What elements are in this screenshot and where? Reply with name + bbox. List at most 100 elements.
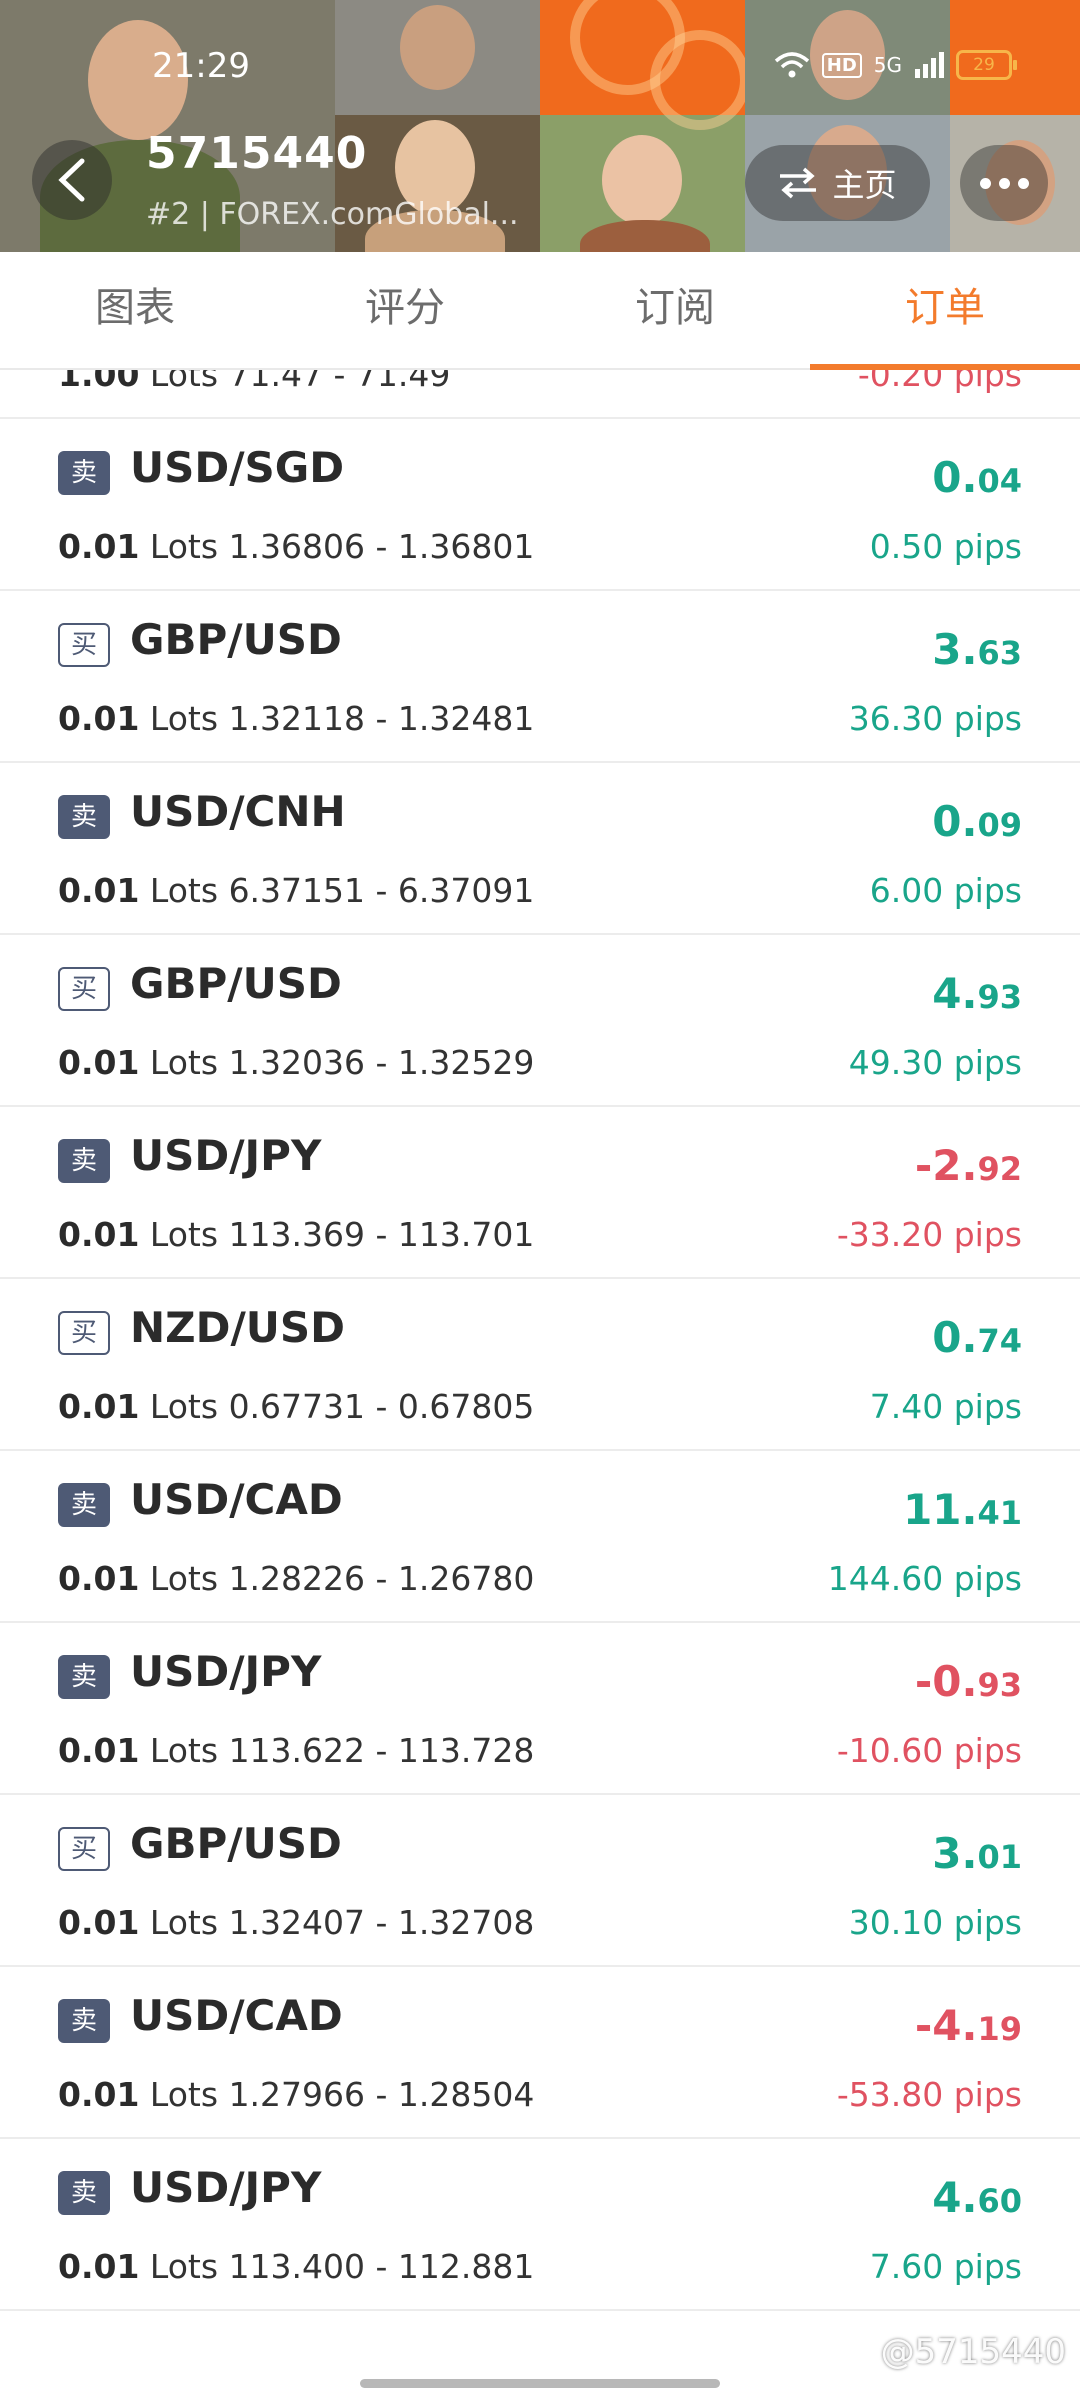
price-range: 1.27966 - 1.28504: [228, 2075, 535, 2114]
symbol-label: GBP/USD: [130, 959, 342, 1008]
order-row[interactable]: 卖 USD/JPY 0.01 Lots 113.369 - 113.701 -2.92…: [0, 1107, 1080, 1279]
profit-int: 11.: [903, 1485, 978, 1534]
order-details: 0.01 Lots 0.67731 - 0.67805: [58, 1387, 534, 1426]
profit-value: 0.74: [932, 1313, 1022, 1362]
price-range: 113.369 - 113.701: [228, 1215, 535, 1254]
profit-int: -0.: [914, 1657, 978, 1706]
order-row[interactable]: 卖 USD/JPY 0.01 Lots 113.622 - 113.728 -0.93…: [0, 1623, 1080, 1795]
lots-unit: Lots: [149, 871, 219, 910]
symbol-label: GBP/USD: [130, 1819, 342, 1868]
more-dots-icon: [979, 177, 991, 189]
watermark: @5715440: [880, 2332, 1066, 2372]
order-details: 0.01 Lots 1.27966 - 1.28504: [58, 2075, 534, 2114]
side-badge: 卖: [58, 1999, 110, 2043]
symbol-label: USD/CAD: [130, 1475, 343, 1524]
back-button[interactable]: [32, 140, 112, 220]
profit-value: 0.04: [932, 453, 1022, 502]
lots-value: 0.01: [58, 1043, 140, 1082]
profit-value: -4.19: [915, 2001, 1022, 2050]
price-range: 1.32407 - 1.32708: [228, 1903, 535, 1942]
symbol-label: USD/JPY: [130, 2163, 322, 2212]
home-button[interactable]: 主页: [745, 145, 930, 221]
chevron-left-icon: [58, 158, 85, 202]
symbol-label: GBP/USD: [130, 615, 342, 664]
symbol-label: USD/SGD: [130, 443, 345, 492]
profit-value: 4.60: [932, 2173, 1022, 2222]
home-indicator[interactable]: [360, 2379, 720, 2388]
tab-rating[interactable]: 评分: [270, 252, 540, 368]
lots-value: 0.01: [58, 1215, 140, 1254]
lots-unit: Lots: [149, 2075, 219, 2114]
lots-unit: Lots: [149, 1043, 219, 1082]
pips-value: 7.40 pips: [869, 1387, 1022, 1426]
tab-bar: 图表 评分 订阅 订单: [0, 252, 1080, 370]
profit-int: 3.: [932, 1829, 978, 1878]
side-badge: 买: [58, 1311, 110, 1355]
lots-value: 0.01: [58, 1387, 140, 1426]
status-icons: HD 5G 29: [774, 50, 1017, 80]
lots-unit: Lots: [149, 1903, 219, 1942]
lots-value: 0.01: [58, 1903, 140, 1942]
lots-unit: Lots: [149, 1559, 219, 1598]
profit-decimal: 93: [977, 978, 1022, 1016]
price-range: 113.622 - 113.728: [228, 1731, 535, 1770]
lots-value: 1.00: [58, 370, 140, 394]
tab-subscribe[interactable]: 订阅: [540, 252, 810, 368]
order-details: 0.01 Lots 1.32118 - 1.32481: [58, 699, 534, 738]
profit-int: 0.: [932, 453, 978, 502]
pips-value: 6.00 pips: [869, 871, 1022, 910]
order-list[interactable]: 卖WTI.F1.00 Lots 71.47 - 71.49-2.00-0.20 …: [0, 370, 1080, 2400]
profit-value: 3.01: [932, 1829, 1022, 1878]
order-row[interactable]: 买 GBP/USD 0.01 Lots 1.32118 - 1.32481 3.63 3…: [0, 591, 1080, 763]
symbol-label: USD/CAD: [130, 1991, 343, 2040]
profit-decimal: 92: [977, 1150, 1022, 1188]
lots-value: 0.01: [58, 1559, 140, 1598]
status-time: 21:29: [152, 46, 250, 86]
price-range: 1.28226 - 1.26780: [228, 1559, 535, 1598]
order-details: 1.00 Lots 71.47 - 71.49: [58, 370, 450, 394]
order-row[interactable]: 买 GBP/USD 0.01 Lots 1.32407 - 1.32708 3.01 3…: [0, 1795, 1080, 1967]
order-row[interactable]: 卖 USD/CNH 0.01 Lots 6.37151 - 6.37091 0.09 6…: [0, 763, 1080, 935]
order-row[interactable]: 买 NZD/USD 0.01 Lots 0.67731 - 0.67805 0.74 7…: [0, 1279, 1080, 1451]
side-badge: 买: [58, 967, 110, 1011]
profit-decimal: 63: [977, 634, 1022, 672]
network-label: 5G: [873, 53, 902, 77]
profit-decimal: 41: [977, 1494, 1022, 1532]
symbol-label: NZD/USD: [130, 1303, 346, 1352]
profit-decimal: 60: [977, 2182, 1022, 2220]
more-button[interactable]: [960, 145, 1048, 221]
profit-decimal: 09: [977, 806, 1022, 844]
order-row[interactable]: 卖 USD/SGD 0.01 Lots 1.36806 - 1.36801 0.04 0…: [0, 419, 1080, 591]
order-row[interactable]: 卖 USD/CAD 0.01 Lots 1.27966 - 1.28504 -4.19…: [0, 1967, 1080, 2139]
order-row[interactable]: 卖WTI.F1.00 Lots 71.47 - 71.49-2.00-0.20 …: [0, 370, 1080, 419]
order-row[interactable]: 卖 USD/JPY 0.01 Lots 113.400 - 112.881 4.60 7…: [0, 2139, 1080, 2311]
price-range: 6.37151 - 6.37091: [228, 871, 535, 910]
account-number: 5715440: [146, 128, 368, 179]
symbol-label: USD/JPY: [130, 1131, 322, 1180]
tab-orders[interactable]: 订单: [810, 252, 1080, 370]
avatar-photo: [335, 0, 540, 115]
order-details: 0.01 Lots 113.369 - 113.701: [58, 1215, 534, 1254]
tab-chart[interactable]: 图表: [0, 252, 270, 368]
lots-value: 0.01: [58, 527, 140, 566]
profit-int: 3.: [932, 625, 978, 674]
price-range: 71.47 - 71.49: [228, 370, 451, 394]
lots-unit: Lots: [149, 370, 219, 394]
side-badge: 买: [58, 623, 110, 667]
side-badge: 买: [58, 1827, 110, 1871]
order-row[interactable]: 买 GBP/USD 0.01 Lots 1.32036 - 1.32529 4.93 4…: [0, 935, 1080, 1107]
profit-value: -0.93: [915, 1657, 1022, 1706]
order-details: 0.01 Lots 113.400 - 112.881: [58, 2247, 534, 2286]
order-details: 0.01 Lots 1.28226 - 1.26780: [58, 1559, 534, 1598]
battery-icon: 29: [956, 50, 1017, 80]
home-label: 主页: [832, 166, 897, 204]
lots-unit: Lots: [149, 1215, 219, 1254]
order-row[interactable]: 卖 USD/CAD 0.01 Lots 1.28226 - 1.26780 11.41…: [0, 1451, 1080, 1623]
symbol-label: USD/CNH: [130, 787, 346, 836]
side-badge: 卖: [58, 451, 110, 495]
profit-int: 0.: [932, 797, 978, 846]
profit-decimal: 01: [977, 1838, 1022, 1876]
order-details: 0.01 Lots 1.36806 - 1.36801: [58, 527, 534, 566]
pips-value: -10.60 pips: [836, 1731, 1022, 1770]
pips-value: 7.60 pips: [869, 2247, 1022, 2286]
